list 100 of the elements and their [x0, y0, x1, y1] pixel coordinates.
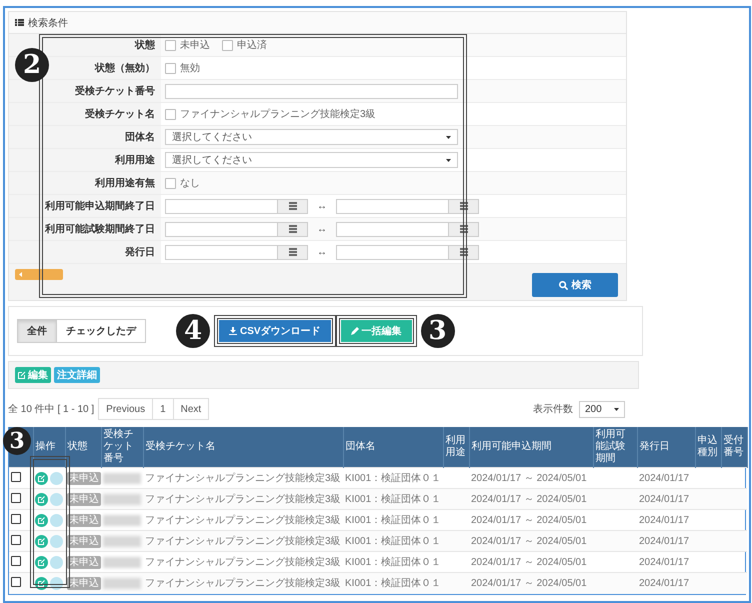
column-header: 発行日 — [640, 441, 670, 452]
checkbox[interactable] — [11, 556, 21, 566]
csv-download-button[interactable]: CSVダウンロード — [219, 320, 331, 342]
panel-title: 検索条件 — [28, 16, 68, 30]
table-cell: ファイナンシャルプランニング技能検定3級 — [145, 578, 341, 590]
result-count: 全 10 件中 [ 1 - 10 ] — [8, 402, 94, 416]
caret-icon — [446, 158, 451, 162]
blurred-text — [103, 472, 141, 484]
calendar-button[interactable] — [278, 198, 308, 214]
table-cell: 2024/01/17 — [639, 514, 690, 526]
edit-icon — [38, 474, 45, 482]
date-field[interactable] — [165, 244, 278, 260]
date-field[interactable] — [165, 198, 278, 214]
field-label: 利用用途 — [115, 154, 155, 167]
checkbox[interactable] — [11, 472, 21, 482]
annotation-number: 3 — [3, 427, 31, 455]
calendar-button[interactable] — [449, 222, 479, 236]
previous-button[interactable]: Previous — [98, 398, 154, 420]
column-header: 団体名 — [346, 441, 376, 452]
calendar-button[interactable] — [449, 244, 479, 260]
select-field[interactable]: 選択してください — [165, 129, 458, 145]
blurred-text — [103, 536, 141, 546]
field-label: 発行日 — [125, 246, 155, 259]
date-field[interactable] — [336, 222, 449, 236]
calendar-button[interactable] — [449, 198, 479, 214]
checkbox[interactable] — [11, 492, 21, 502]
status-badge: 未申込 — [67, 556, 101, 569]
date-field[interactable] — [336, 244, 449, 260]
table-cell: 2024/01/17 ～ 2024/05/01 — [471, 515, 587, 526]
table-cell: 2024/01/17 — [639, 472, 690, 484]
page-button[interactable]: 1 — [153, 398, 174, 420]
field-label: 状態（無効） — [95, 62, 155, 75]
table-cell: ファイナンシャルプランニング技能検定3級 — [145, 473, 341, 484]
blurred-text — [103, 556, 141, 568]
field-label: 利用用途有無 — [95, 176, 155, 190]
checkbox[interactable] — [11, 576, 21, 587]
checkbox[interactable] — [165, 62, 176, 74]
field-label: 状態 — [135, 38, 155, 52]
table-cell: 2024/01/17 — [639, 494, 690, 504]
caret-icon — [446, 136, 451, 138]
range-separator: ↔ — [317, 246, 327, 258]
page-size-select[interactable]: 200 — [579, 400, 625, 418]
table-cell: KI001：検証団体０１ — [345, 557, 442, 568]
status-badge: 未申込 — [67, 535, 101, 548]
edit-icon — [38, 580, 45, 587]
field-label: 利用可能申込期間終了日 — [45, 200, 155, 213]
scope-tab[interactable]: 全件 — [17, 319, 57, 343]
pencil-icon — [350, 327, 359, 335]
column-header: 状態 — [68, 441, 88, 452]
calendar-button[interactable] — [278, 244, 308, 260]
caret-icon — [614, 408, 619, 410]
edit-icon — [38, 538, 45, 544]
list-icon — [15, 19, 24, 26]
checkbox[interactable] — [165, 178, 176, 188]
column-header: 受付番号 — [724, 435, 744, 458]
calendar-icon — [460, 202, 468, 210]
checkbox[interactable] — [11, 534, 21, 544]
checkbox[interactable] — [11, 514, 21, 524]
table-cell: KI001：検証団体０１ — [345, 473, 442, 484]
checkbox[interactable] — [165, 40, 176, 50]
status-badge: 未申込 — [67, 514, 101, 527]
table-cell: 2024/01/17 ～ 2024/05/01 — [471, 557, 587, 568]
date-field[interactable] — [336, 198, 449, 214]
checkbox-label: なし — [180, 177, 200, 190]
annotation-number: 4 — [176, 314, 210, 348]
column-header: 利用可能試験期間 — [596, 429, 626, 464]
checkbox-label: 申込済 — [237, 38, 267, 52]
checkbox-label: 未申込 — [180, 38, 210, 52]
next-button[interactable]: Next — [174, 398, 210, 420]
checkbox-label: 無効 — [180, 62, 200, 75]
checkbox[interactable] — [222, 40, 233, 50]
table-cell: 2024/01/17 ～ 2024/05/01 — [471, 578, 587, 590]
annotation-number: 3 — [420, 314, 455, 348]
calendar-icon — [288, 225, 296, 233]
column-header: 申込種別 — [698, 435, 718, 458]
legend-badge: 編集 — [15, 367, 51, 383]
text-field[interactable] — [165, 84, 458, 98]
column-header: 利用用途 — [446, 435, 466, 458]
status-badge: 未申込 — [67, 577, 101, 590]
column-header: 受検チケット番号 — [104, 429, 134, 464]
calendar-button[interactable] — [278, 222, 308, 236]
table-cell: 2024/01/17 ～ 2024/05/01 — [471, 473, 587, 484]
table-cell: ファイナンシャルプランニング技能検定3級 — [145, 494, 341, 505]
table-cell: ファイナンシャルプランニング技能検定3級 — [145, 536, 341, 547]
calendar-icon — [288, 248, 296, 256]
calendar-icon — [288, 202, 296, 210]
column-header: 利用可能申込期間 — [472, 441, 552, 452]
table-cell: 2024/01/17 ～ 2024/05/01 — [471, 536, 587, 547]
scope-tab[interactable]: チェックしたデ — [57, 319, 146, 343]
column-header: 受検チケット名 — [146, 441, 216, 452]
table-cell: ファイナンシャルプランニング技能検定3級 — [145, 557, 341, 568]
table-cell: ファイナンシャルプランニング技能検定3級 — [145, 515, 341, 526]
back-button[interactable] — [15, 269, 63, 280]
date-field[interactable] — [165, 222, 278, 236]
checkbox-label: ファイナンシャルプランニング技能検定3級 — [180, 108, 376, 121]
search-button[interactable]: 検索 — [532, 273, 618, 297]
blurred-text — [103, 578, 141, 589]
checkbox[interactable] — [165, 108, 176, 120]
select-field[interactable]: 選択してください — [165, 152, 458, 168]
field-label: 受検チケット番号 — [75, 84, 155, 98]
